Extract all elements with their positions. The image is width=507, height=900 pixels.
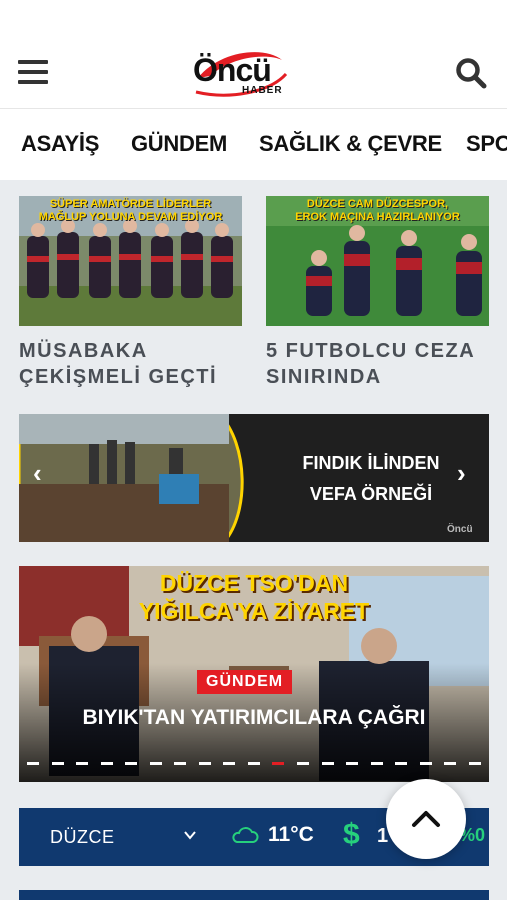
pagination-dot[interactable] (272, 762, 285, 765)
pagination-dot[interactable] (51, 762, 64, 765)
featured-news-headline: DÜZCE TSO'DAN (159, 570, 349, 596)
news-card-image[interactable]: SÜPER AMATÖRDE LİDERLER MAĞLUP YOLUNA DE… (19, 196, 242, 326)
slider-next-icon[interactable]: › (457, 458, 466, 489)
dollar-icon: $ (343, 818, 360, 851)
temperature: 11°C (268, 823, 314, 846)
pagination-dot[interactable] (370, 762, 383, 765)
featured-news[interactable]: DÜZCE TSO'DAN YIĞILCA'YA ZİYARET GÜNDEM … (19, 566, 489, 782)
category-badge[interactable]: GÜNDEM (197, 670, 293, 694)
site-header: Öncü HABER (0, 0, 507, 108)
search-icon[interactable] (455, 57, 487, 89)
news-card[interactable]: SÜPER AMATÖRDE LİDERLER MAĞLUP YOLUNA DE… (19, 196, 242, 396)
pagination-dot[interactable] (468, 762, 481, 765)
nav-item-gundem[interactable]: GÜNDEM (131, 131, 227, 157)
featured-news-title[interactable]: BIYIK'TAN YATIRIMCILARA ÇAĞRI (19, 706, 489, 730)
pagination-dot[interactable] (321, 762, 334, 765)
news-card-title[interactable]: MÜSABAKA ÇEKİŞMELİ GEÇTİ (19, 338, 259, 390)
slider-watermark: Öncü (447, 524, 473, 535)
banner-line: DÜZCE CAM DÜZCESPOR, (306, 198, 449, 210)
pagination-dot[interactable] (27, 762, 39, 765)
pagination-dot[interactable] (76, 762, 89, 765)
category-nav: ASAYİŞ GÜNDEM SAĞLIK & ÇEVRE SPO (0, 108, 507, 180)
pagination-dot[interactable] (125, 762, 138, 765)
logo-subtext: HABER (242, 85, 283, 96)
news-slider[interactable]: ‹ FINDIK İLİNDEN VEFA ÖRNEĞİ › Öncü (19, 414, 489, 542)
banner-line: SÜPER AMATÖRDE LİDERLER (49, 198, 212, 210)
next-section-strip (19, 890, 489, 900)
slider-caption-line: VEFA ÖRNEĞİ (309, 484, 433, 504)
pagination-dot[interactable] (198, 762, 211, 765)
pagination-dot[interactable] (174, 762, 187, 765)
pagination-dot[interactable] (346, 762, 359, 765)
hamburger-menu-icon[interactable] (18, 60, 48, 85)
news-card[interactable]: DÜZCE CAM DÜZCESPOR, EROK MAÇINA HAZIRLA… (266, 196, 489, 396)
pagination-dot[interactable] (247, 762, 260, 765)
site-logo[interactable]: Öncü HABER (190, 48, 290, 100)
pagination-dot[interactable] (444, 762, 457, 765)
news-card-title[interactable]: 5 FUTBOLCU CEZA SINIRINDA (266, 338, 506, 390)
pagination-dot[interactable] (419, 762, 432, 765)
nav-item-saglik-cevre[interactable]: SAĞLIK & ÇEVRE (259, 131, 442, 157)
chevron-down-icon[interactable] (183, 828, 197, 842)
scroll-to-top-button[interactable] (386, 779, 466, 859)
pagination-dot[interactable] (297, 762, 310, 765)
pagination-dot[interactable] (100, 762, 113, 765)
nav-item-spor[interactable]: SPO (466, 131, 507, 157)
banner-line: EROK MAÇINA HAZIRLANIYOR (295, 211, 460, 223)
slider-caption[interactable]: FINDIK İLİNDEN VEFA ÖRNEĞİ (281, 448, 461, 510)
news-card-banner: SÜPER AMATÖRDE LİDERLER MAĞLUP YOLUNA DE… (19, 198, 242, 224)
pagination-dot[interactable] (395, 762, 408, 765)
slider-pagination[interactable] (27, 762, 481, 766)
banner-line: MAĞLUP YOLUNA DEVAM EDİYOR (38, 211, 223, 223)
pagination-dot[interactable] (149, 762, 162, 765)
news-card-image[interactable]: DÜZCE CAM DÜZCESPOR, EROK MAÇINA HAZIRLA… (266, 196, 489, 326)
news-card-banner: DÜZCE CAM DÜZCESPOR, EROK MAÇINA HAZIRLA… (266, 198, 489, 224)
slider-caption-line: FINDIK İLİNDEN (302, 453, 440, 473)
pagination-dot[interactable] (223, 762, 236, 765)
logo-text: Öncü (193, 52, 272, 88)
featured-news-headline: YIĞILCA'YA ZİYARET (138, 598, 370, 624)
cloud-icon (232, 827, 259, 843)
chevron-up-icon (412, 811, 440, 827)
slider-prev-icon[interactable]: ‹ (33, 458, 42, 489)
city-select[interactable]: DÜZCE (50, 827, 115, 848)
nav-item-asayis[interactable]: ASAYİŞ (21, 131, 99, 157)
